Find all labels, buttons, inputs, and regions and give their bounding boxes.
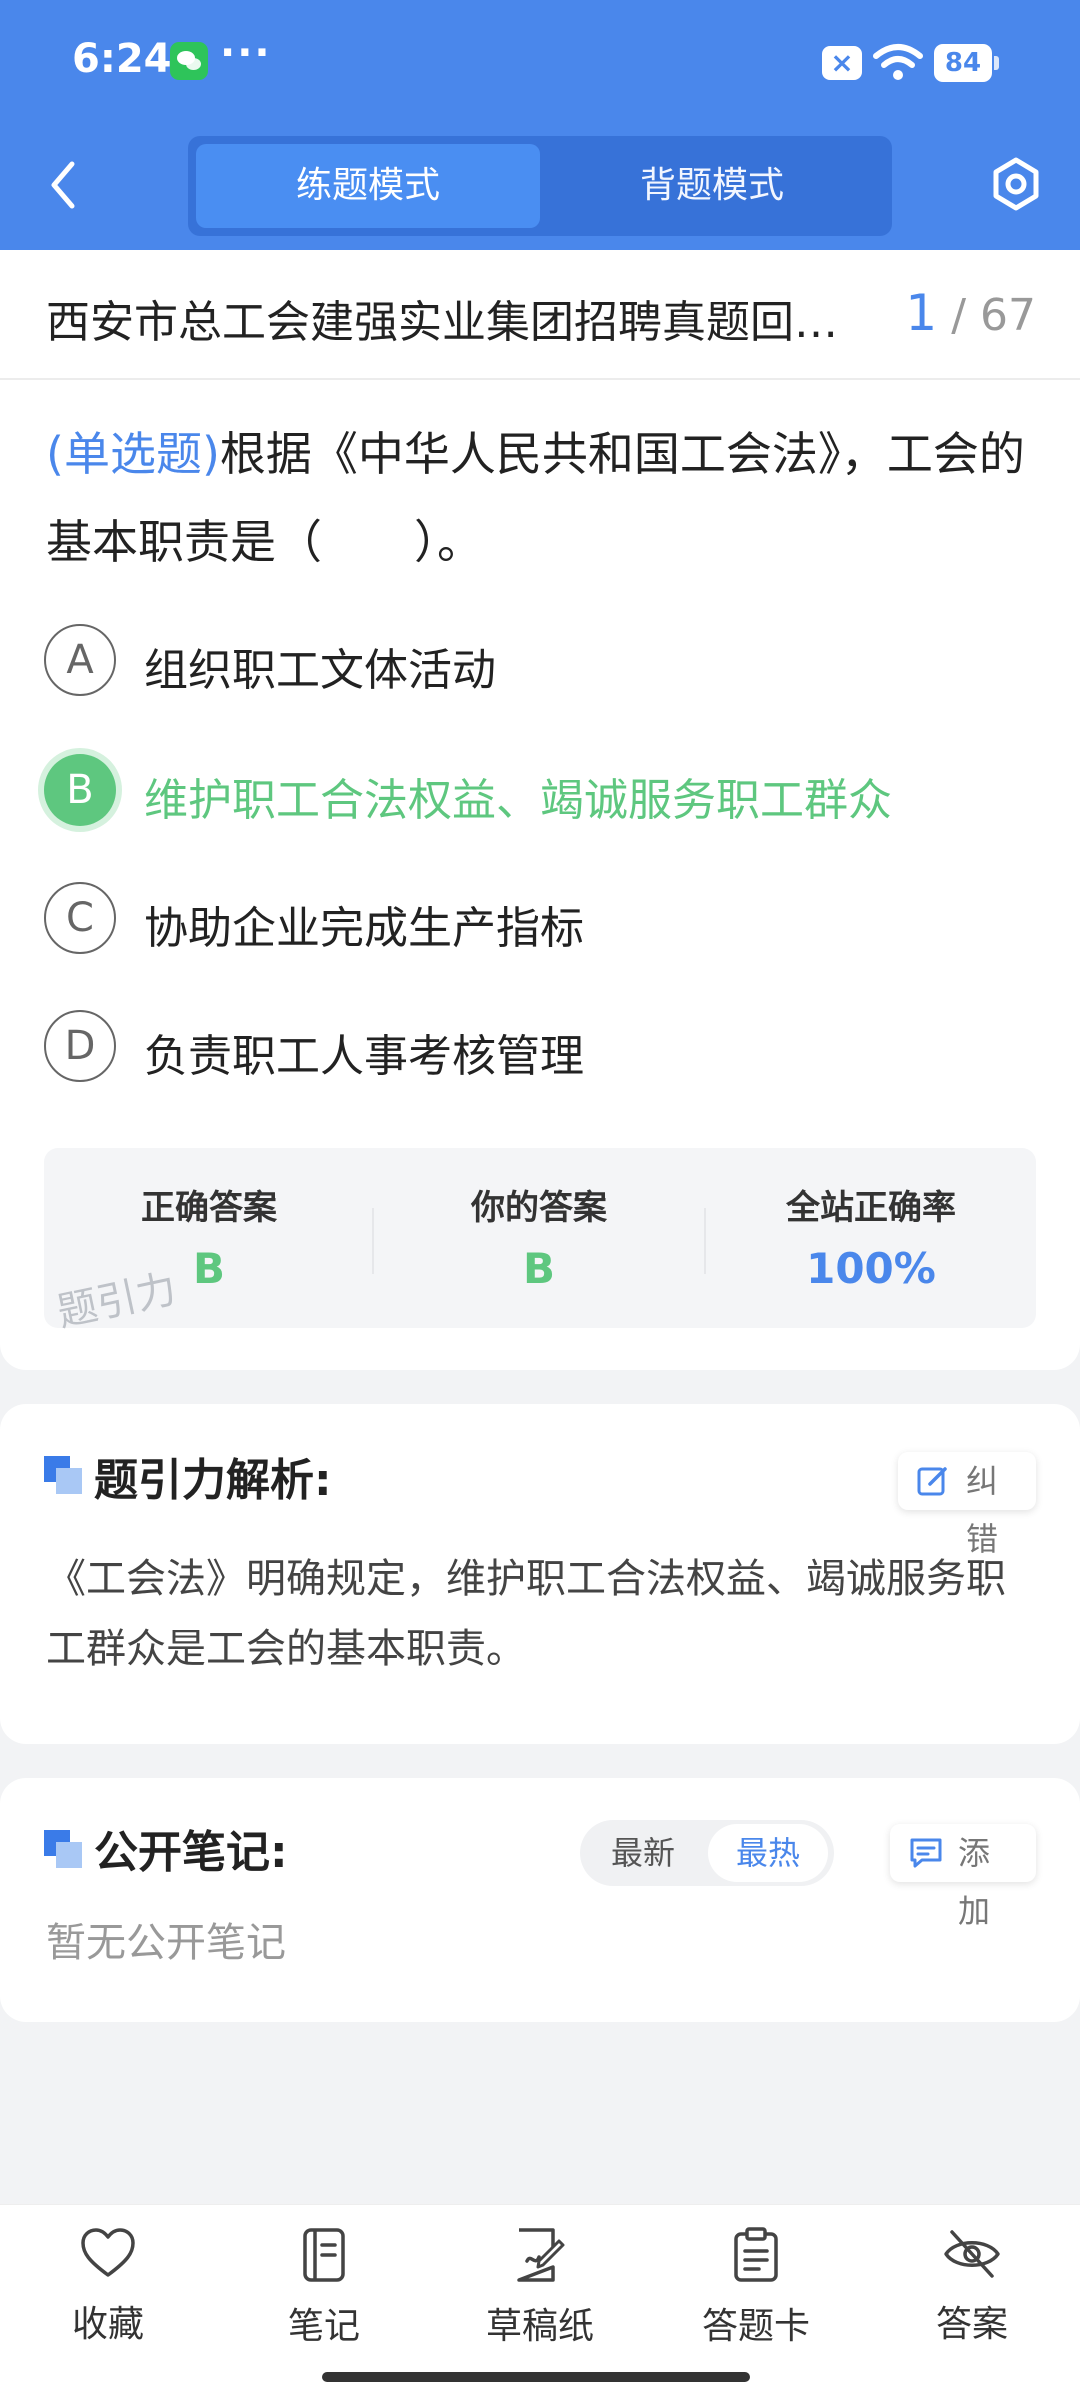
notes-sort-toggle: 最新 最热 [580, 1820, 834, 1886]
correct-answer-label: 正确答案 [141, 1188, 277, 1228]
more-notifications-icon: ··· [220, 30, 272, 76]
mode-switch: 练题模式 背题模式 [188, 136, 892, 236]
section-marker-icon [44, 1456, 84, 1494]
wifi-icon [873, 44, 923, 80]
heart-icon [81, 2228, 135, 2277]
tab-memorize-mode[interactable]: 背题模式 [540, 144, 884, 228]
notes-label: 笔记 [287, 2306, 360, 2347]
paper-title-row: 西安市总工会建强实业集团招聘真题回… 1 / 67 [0, 250, 1080, 380]
accuracy-col: 全站正确率 100% [706, 1148, 1036, 1328]
favorite-label: 收藏 [71, 2304, 144, 2345]
option-a[interactable]: A 组织职工文体活动 [44, 624, 1034, 700]
status-bar: 6:24 ··· × 84 [0, 0, 1080, 125]
option-letter: A [44, 624, 116, 696]
option-text: 负责职工人事考核管理 [144, 1031, 584, 1082]
analysis-title: 题引力解析: [94, 1455, 332, 1506]
question-stem: (单选题)根据《中华人民共和国工会法》，工会的基本职责是（ ）。 [46, 410, 1036, 586]
answer-label: 答案 [935, 2304, 1008, 2345]
option-text: 协助企业完成生产指标 [144, 903, 584, 954]
battery-icon: 84 [934, 44, 999, 82]
clipboard-icon [734, 2227, 778, 2282]
add-note-button[interactable]: 添加 [890, 1824, 1036, 1930]
total-questions: / 67 [951, 290, 1036, 341]
add-note-label: 添加 [958, 1834, 991, 1930]
sort-hot-button[interactable]: 最热 [708, 1824, 828, 1882]
comment-icon [910, 1838, 942, 1868]
top-header: 6:24 ··· × 84 练题模式 背题模式 [0, 0, 1080, 250]
question-counter: 1 / 67 [905, 284, 1036, 342]
your-answer-col: 你的答案 B [374, 1148, 704, 1328]
answer-sheet-button[interactable]: 答题卡 [648, 2227, 864, 2357]
bottom-toolbar: 收藏 笔记 草稿纸 答题卡 答案 [0, 2204, 1080, 2400]
favorite-button[interactable]: 收藏 [0, 2227, 216, 2357]
public-notes-card: 公开笔记: 最新 最热 添加 暂无公开笔记 [0, 1778, 1080, 2022]
draft-paper-label: 草稿纸 [485, 2306, 594, 2347]
option-text: 维护职工合法权益、竭诚服务职工群众 [144, 775, 892, 826]
wechat-icon [170, 42, 208, 80]
your-answer-value: B [522, 1244, 555, 1293]
settings-icon[interactable] [990, 156, 1042, 212]
option-letter: D [44, 1010, 116, 1082]
sort-latest-button[interactable]: 最新 [580, 1820, 706, 1886]
option-text: 组织职工文体活动 [144, 645, 496, 696]
eye-off-icon [944, 2230, 1000, 2278]
notes-title: 公开笔记: [94, 1827, 288, 1878]
notes-button[interactable]: 笔记 [216, 2227, 432, 2357]
status-time: 6:24 [72, 36, 172, 82]
answer-toggle-button[interactable]: 答案 [864, 2227, 1080, 2357]
answer-sheet-label: 答题卡 [701, 2306, 810, 2347]
home-indicator[interactable] [322, 2372, 750, 2382]
current-question-number: 1 [905, 284, 938, 342]
no-sim-icon: × [822, 46, 862, 80]
notebook-icon [303, 2228, 345, 2282]
empty-notes-text: 暂无公开笔记 [46, 1920, 286, 1966]
accuracy-label: 全站正确率 [786, 1188, 956, 1228]
analysis-text: 《工会法》明确规定，维护职工合法权益、竭诚服务职工群众是工会的基本职责。 [46, 1556, 1006, 1672]
question-card: (单选题)根据《中华人民共和国工会法》，工会的基本职责是（ ）。 A 组织职工文… [0, 380, 1080, 1370]
back-arrow-icon[interactable] [40, 158, 88, 212]
accuracy-value: 100% [806, 1244, 936, 1293]
edit-icon [917, 1467, 947, 1496]
draft-paper-button[interactable]: 草稿纸 [432, 2227, 648, 2357]
paper-title: 西安市总工会建强实业集团招聘真题回… [46, 297, 838, 348]
analysis-card: 题引力解析: 纠错 《工会法》明确规定，维护职工合法权益、竭诚服务职工群众是工会… [0, 1404, 1080, 1744]
tab-practice-mode[interactable]: 练题模式 [196, 144, 540, 228]
report-error-button[interactable]: 纠错 [898, 1452, 1036, 1558]
section-marker-icon [44, 1830, 84, 1868]
option-letter: C [44, 882, 116, 954]
your-answer-label: 你的答案 [471, 1188, 607, 1228]
option-b[interactable]: B 维护职工合法权益、竭诚服务职工群众 [44, 754, 1034, 830]
answer-summary: 正确答案 B 你的答案 B 全站正确率 100% 题引力 [44, 1148, 1036, 1336]
option-c[interactable]: C 协助企业完成生产指标 [44, 882, 1034, 958]
option-letter: B [44, 754, 116, 826]
draft-icon [517, 2228, 565, 2282]
question-type: (单选题) [46, 427, 220, 481]
option-d[interactable]: D 负责职工人事考核管理 [44, 1010, 1034, 1086]
